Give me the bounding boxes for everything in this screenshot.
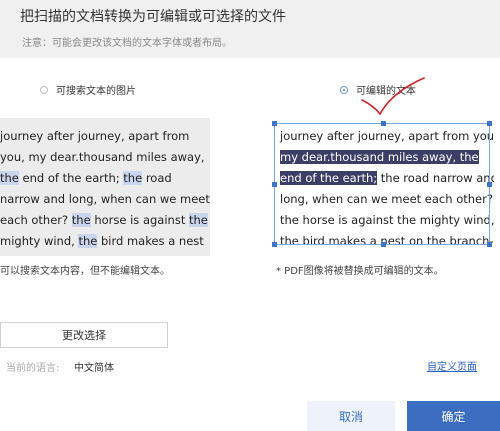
search-match-highlight: the (188, 213, 208, 227)
searchable-preview-text-run: you, my dear.thousand miles away, (0, 150, 205, 164)
searchable-preview-text-run: horse is against (90, 213, 189, 227)
dialog-header: 把扫描的文档转换为可编辑或可选择的文件 注意：可能会更改该文档的文本字体或者布局… (0, 0, 500, 58)
searchable-preview-line: each other? the horse is against the (0, 210, 210, 231)
language-label: 当前的语言: (6, 363, 60, 374)
searchable-preview-text-run: end of the earth; (18, 171, 124, 185)
radio-searchable-image[interactable] (40, 85, 48, 94)
change-selection-button[interactable]: 更改选择 (0, 322, 168, 348)
searchable-preview-line: you, my dear.thousand miles away, (0, 147, 210, 168)
cancel-button[interactable]: 取消 (307, 401, 395, 431)
resize-handle-bottom[interactable] (381, 242, 386, 247)
searchable-image-text: journey after journey, apart from you, my… (0, 126, 210, 252)
resize-handle-left[interactable] (272, 182, 277, 187)
custom-page-link[interactable]: 自定义页面 (427, 358, 477, 373)
searchable-image-preview: journey after journey, apart from you, my… (0, 118, 210, 256)
searchable-preview-text-run: each other? (0, 213, 72, 227)
option-searchable-image[interactable]: 可搜索文本的图片 (40, 82, 136, 97)
searchable-preview-text-run: narrow and long, when can we meet (0, 192, 210, 206)
search-match-highlight: the (123, 171, 143, 185)
search-match-highlight: the (71, 213, 91, 227)
ok-button[interactable]: 确定 (407, 401, 500, 431)
language-value: 中文简体 (74, 363, 114, 374)
option-searchable-image-label: 可搜索文本的图片 (56, 86, 136, 97)
text-selection-frame[interactable] (272, 121, 492, 247)
resize-handle-bottom-right[interactable] (487, 242, 492, 247)
searchable-preview-text-run: road (142, 171, 172, 185)
resize-handle-bottom-left[interactable] (272, 242, 277, 247)
dialog-title: 把扫描的文档转换为可编辑或可选择的文件 (20, 9, 286, 25)
search-match-highlight: the (78, 234, 98, 248)
radio-editable-text[interactable] (340, 85, 348, 94)
resize-handle-right[interactable] (487, 182, 492, 187)
editable-text-caption: * PDF图像将被替换成可编辑的文本。 (276, 266, 444, 277)
searchable-image-caption: 可以搜索文本内容，但不能编辑文本。 (0, 266, 170, 277)
searchable-preview-line: the end of the earth; the road (0, 168, 210, 189)
searchable-preview-text-run: journey after journey, apart from (0, 129, 190, 143)
dialog-subtitle: 注意：可能会更改该文档的文本字体或者布局。 (22, 38, 232, 49)
search-match-highlight: the (0, 171, 19, 185)
searchable-preview-text-run: bird makes a nest (97, 234, 204, 248)
resize-handle-top-right[interactable] (487, 121, 492, 126)
searchable-preview-line: narrow and long, when can we meet (0, 189, 210, 210)
searchable-preview-line: journey after journey, apart from (0, 126, 210, 147)
searchable-preview-text-run: mighty wind, (0, 234, 79, 248)
resize-handle-top[interactable] (381, 121, 386, 126)
resize-handle-top-left[interactable] (272, 121, 277, 126)
searchable-preview-line: mighty wind, the bird makes a nest (0, 231, 210, 252)
red-checkmark-annotation-icon (361, 77, 425, 116)
